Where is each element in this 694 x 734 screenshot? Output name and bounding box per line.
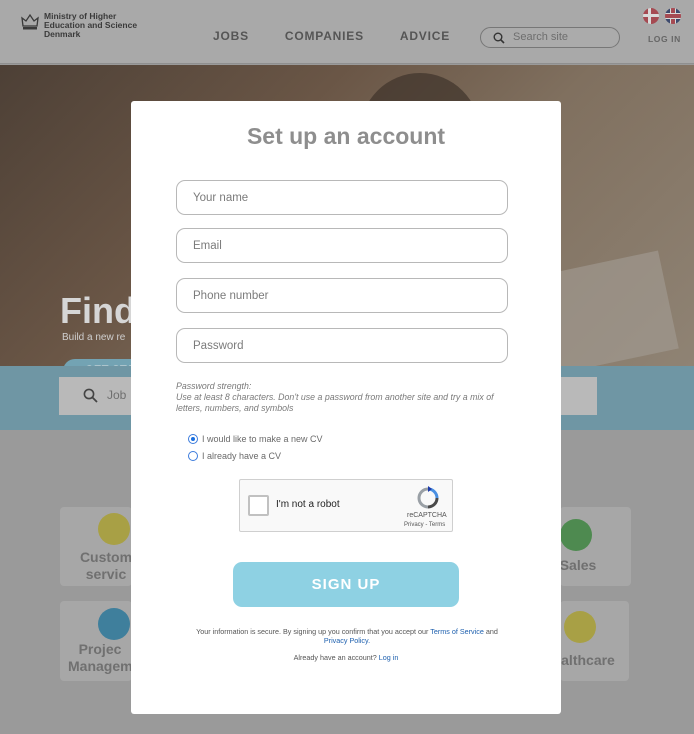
hero-title: Find — [60, 290, 136, 331]
password-field[interactable] — [176, 328, 508, 363]
headset-icon — [98, 513, 130, 545]
radio-button[interactable] — [188, 451, 198, 461]
nav-companies[interactable]: COMPANIES — [285, 29, 364, 43]
hero-subtitle: Build a new re — [62, 332, 126, 343]
main-nav: JOBS COMPANIES ADVICE — [213, 29, 450, 43]
nav-advice[interactable]: ADVICE — [400, 29, 450, 43]
modal-title: Set up an account — [246, 123, 446, 149]
signup-button[interactable]: SIGN UP — [233, 562, 459, 607]
legal-notice: Your information is secure. By signing u… — [189, 627, 505, 645]
recaptcha-widget: I'm not a robot reCAPTCHA Privacy - Term… — [239, 479, 453, 532]
captcha-label: I'm not a robot — [276, 499, 340, 510]
radio-new-cv[interactable]: I would like to make a new CV — [188, 434, 323, 444]
chart-icon — [560, 519, 592, 551]
login-prompt: Already have an account? Log in — [131, 653, 561, 662]
phone-field[interactable] — [176, 278, 508, 313]
ministry-logo[interactable]: Ministry of Higher Education and Science… — [20, 12, 154, 39]
category-healthcare[interactable]: althcare — [560, 601, 629, 681]
category-label: Custom servic — [79, 549, 133, 582]
megaphone-icon — [98, 608, 130, 640]
category-label: Projec Managem — [68, 641, 133, 674]
name-field[interactable] — [176, 180, 508, 215]
password-help-text: Use at least 8 characters. Don't use a p… — [176, 392, 494, 413]
job-search-placeholder: Job — [107, 388, 127, 402]
password-help: Password strength: Use at least 8 charac… — [176, 381, 516, 414]
recaptcha-terms-link[interactable]: Terms — [429, 522, 445, 528]
category-customer-service[interactable]: Custom servic — [60, 507, 132, 586]
category-label: Sales — [559, 557, 597, 573]
radio-button-selected[interactable] — [188, 434, 198, 444]
search-icon — [83, 388, 98, 403]
crown-icon — [21, 13, 39, 30]
legal-text: Your information is secure. By signing u… — [196, 627, 429, 636]
recaptcha-icon — [417, 486, 439, 509]
uk-flag-icon[interactable] — [665, 8, 681, 24]
legal-and: and — [485, 627, 498, 636]
radio-label: I already have a CV — [202, 451, 282, 461]
danish-flag-icon[interactable] — [643, 8, 659, 24]
site-header: Ministry of Higher Education and Science… — [0, 0, 694, 64]
password-strength-label: Password strength: — [176, 381, 252, 391]
signup-modal: Set up an account Password strength: Use… — [131, 101, 561, 714]
site-search-placeholder: Search site — [513, 31, 569, 43]
email-field[interactable] — [176, 228, 508, 263]
category-project-management[interactable]: Projec Managem — [60, 601, 133, 681]
recaptcha-privacy-link[interactable]: Privacy — [404, 522, 424, 528]
site-search-input[interactable]: Search site — [480, 27, 620, 48]
terms-of-service-link[interactable]: Terms of Service — [430, 627, 484, 636]
login-link[interactable]: LOG IN — [648, 34, 681, 44]
search-icon — [493, 32, 505, 44]
recaptcha-links: Privacy - Terms — [404, 522, 446, 528]
category-label: althcare — [561, 652, 615, 668]
modal-login-link[interactable]: Log in — [379, 653, 399, 662]
logo-text: Ministry of Higher Education and Science… — [44, 11, 138, 39]
radio-existing-cv[interactable]: I already have a CV — [188, 451, 281, 461]
have-account-text: Already have an account? — [293, 653, 377, 662]
radio-label: I would like to make a new CV — [202, 434, 323, 444]
nav-jobs[interactable]: JOBS — [213, 29, 249, 43]
recaptcha-brand: reCAPTCHA — [407, 512, 447, 519]
privacy-policy-link[interactable]: Privacy Policy. — [324, 636, 370, 645]
category-sales[interactable]: Sales — [560, 507, 631, 586]
captcha-checkbox[interactable] — [248, 495, 269, 516]
doctor-icon — [564, 611, 596, 643]
